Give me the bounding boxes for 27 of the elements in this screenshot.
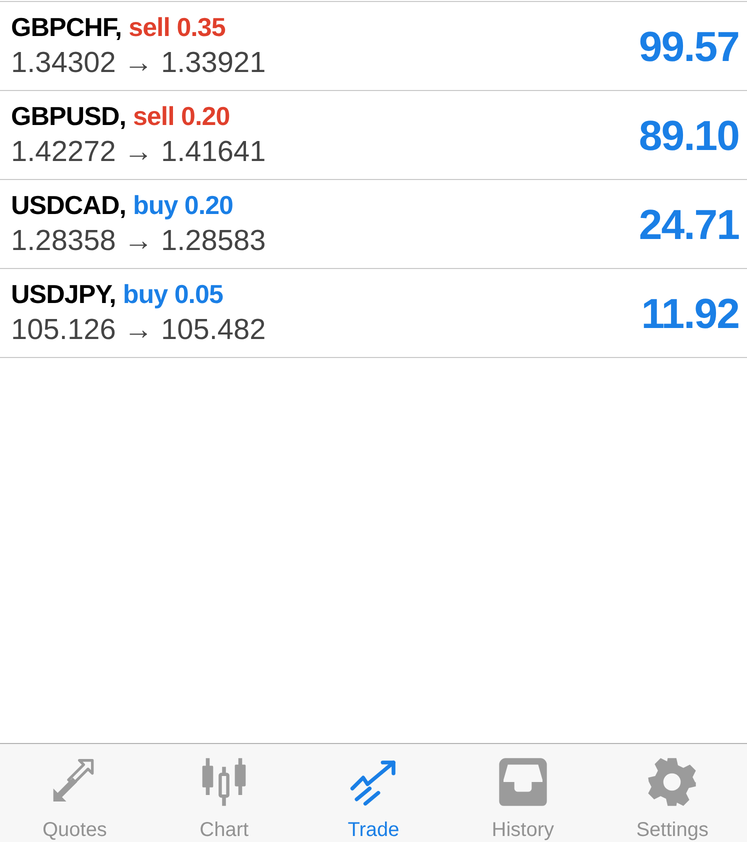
- tab[interactable]: Trade: [298, 744, 448, 842]
- order-label: buy 0.20: [132, 189, 234, 222]
- price-range: 1.34302 → 1.33921: [11, 46, 266, 81]
- position-row[interactable]: USDJPY, buy 0.05 105.126 → 105.482 11.92: [0, 268, 747, 358]
- position-row[interactable]: GBPCHF, sell 0.35 1.34302 → 1.33921 99.57: [0, 1, 747, 91]
- order-label: sell 0.35: [128, 11, 226, 44]
- profit-value: 24.71: [638, 200, 739, 250]
- position-row[interactable]: USDCAD, buy 0.20 1.28358 → 1.28583 24.71: [0, 179, 747, 269]
- price-range: 1.28358 → 1.28583: [11, 224, 266, 259]
- symbol-label: GBPUSD,: [11, 100, 126, 133]
- tab[interactable]: History: [448, 744, 598, 842]
- symbol-label: USDCAD,: [11, 189, 126, 222]
- profit-value: 89.10: [638, 110, 739, 160]
- settings-icon: [646, 756, 698, 808]
- tab[interactable]: Chart: [149, 744, 299, 842]
- order-label: sell 0.20: [132, 100, 230, 133]
- symbol-label: USDJPY,: [11, 278, 116, 311]
- symbol-label: GBPCHF,: [11, 11, 122, 44]
- position-row[interactable]: GBPUSD, sell 0.20 1.42272 → 1.41641 89.10: [0, 90, 747, 180]
- profit-value: 11.92: [641, 288, 739, 338]
- tab[interactable]: Settings: [598, 744, 747, 842]
- tab[interactable]: Quotes: [0, 744, 150, 842]
- order-label: buy 0.05: [122, 278, 223, 311]
- price-range: 105.126 → 105.482: [11, 313, 266, 348]
- inbox-tray-icon: [496, 756, 549, 808]
- price-range: 1.42272 → 1.41641: [11, 135, 266, 170]
- profit-value: 99.57: [638, 22, 739, 72]
